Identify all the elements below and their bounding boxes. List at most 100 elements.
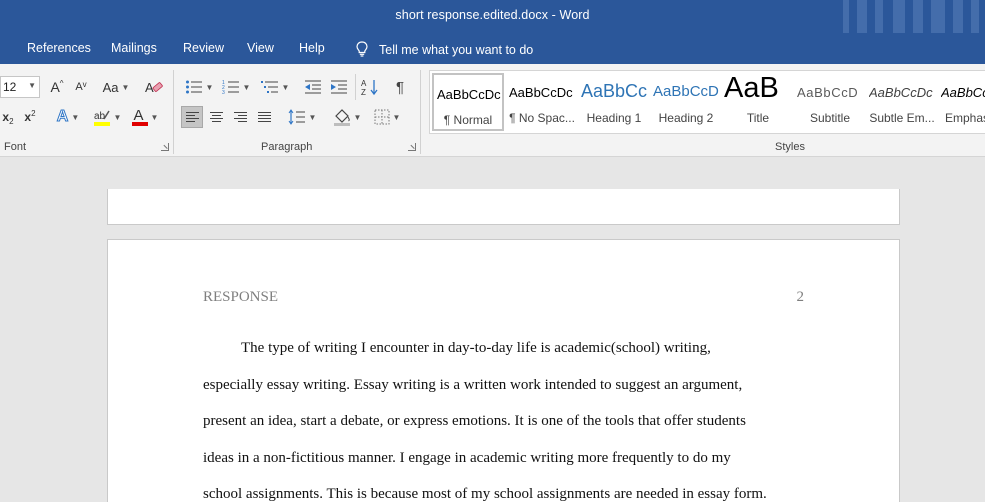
highlighter-icon: ab (93, 110, 110, 126)
styles-gallery: AaBbCcDc ¶ Normal AaBbCcDc ¶ No Spac... … (429, 70, 985, 134)
style-name: ¶ No Spac... (509, 111, 575, 125)
decrease-indent-icon (305, 80, 321, 94)
chevron-down-icon: ▼ (150, 112, 159, 122)
style-heading-2[interactable]: AaBbCcD Heading 2 (650, 73, 722, 131)
svg-text:A: A (145, 80, 154, 95)
align-center-button[interactable] (206, 106, 226, 128)
sort-button[interactable]: A Z (360, 76, 380, 98)
increase-indent-icon (331, 80, 347, 94)
subscript-button[interactable]: x2 (0, 106, 16, 128)
decrease-indent-button[interactable] (303, 76, 323, 98)
document-body[interactable]: The type of writing I encounter in day-t… (203, 338, 813, 502)
chevron-down-icon: ▼ (392, 112, 401, 122)
tell-me-box[interactable]: Tell me what you want to do (355, 41, 533, 57)
justify-button[interactable] (254, 106, 274, 128)
text-effects-button[interactable]: A ▼ (52, 106, 84, 128)
chevron-down-icon: ▼ (121, 82, 130, 92)
caret-down-icon: v (82, 79, 87, 89)
text-effects-label: A (56, 108, 69, 126)
style-subtle-emphasis[interactable]: AaBbCcDc Subtle Em... (866, 73, 938, 131)
title-bar: short response.edited.docx - Word (0, 0, 985, 33)
styles-group-label: Styles (775, 141, 805, 153)
header-page-number: 2 (796, 289, 805, 305)
document-page[interactable]: RESPONSE 2 The type of writing I encount… (107, 239, 900, 502)
numbering-button[interactable]: 1 2 3 ▼ (220, 76, 252, 98)
font-group-label: Font (4, 141, 27, 153)
change-case-button[interactable]: Aa ▼ (99, 76, 133, 98)
borders-button[interactable]: ▼ (370, 106, 404, 128)
lightbulb-icon (356, 41, 368, 57)
header-running-head: RESPONSE (203, 289, 279, 305)
style-name: Heading 2 (658, 111, 714, 125)
tab-help[interactable]: Help (299, 41, 325, 55)
shrink-font-label: A (75, 81, 83, 93)
highlight-color-button[interactable]: ab ▼ (90, 106, 124, 128)
multilevel-list-icon (260, 81, 278, 93)
align-right-icon (233, 110, 247, 124)
ribbon-tabs: References Mailings Review View Help Tel… (0, 33, 985, 64)
align-center-icon (209, 110, 223, 124)
tab-review[interactable]: Review (183, 41, 224, 55)
group-separator (420, 70, 421, 154)
change-case-label: Aa (102, 79, 119, 95)
style-title[interactable]: AaB Title (722, 73, 794, 131)
tab-view[interactable]: View (247, 41, 274, 55)
button-separator (355, 74, 356, 100)
font-size-combobox[interactable]: 12 ▼ (0, 76, 40, 98)
font-color-button[interactable]: A ▼ (128, 106, 162, 128)
line-spacing-button[interactable]: ▼ (284, 106, 320, 128)
subscript-marker: 2 (9, 116, 14, 126)
bullets-button[interactable]: ▼ (183, 76, 215, 98)
tell-me-label: Tell me what you want to do (379, 43, 534, 57)
group-separator (173, 70, 174, 154)
align-right-button[interactable] (230, 106, 250, 128)
style-name: Title (746, 111, 770, 125)
chevron-down-icon: ▼ (242, 82, 251, 92)
svg-text:A: A (361, 79, 367, 88)
tab-mailings[interactable]: Mailings (111, 41, 157, 55)
numbered-list-icon: 1 2 3 (222, 80, 239, 95)
grow-font-button[interactable]: A ^ (47, 76, 67, 98)
body-line: school assignments. This is because most… (203, 486, 767, 502)
title-bar-pattern (835, 0, 985, 33)
style-no-spacing[interactable]: AaBbCcDc ¶ No Spac... (506, 73, 578, 131)
style-emphasis[interactable]: AaBbCcDc Emphas (938, 73, 985, 131)
tab-references[interactable]: References (27, 41, 91, 55)
align-left-icon (185, 110, 199, 124)
font-color-swatch (131, 122, 148, 126)
align-left-button[interactable] (181, 106, 203, 128)
style-heading-1[interactable]: AaBbCc Heading 1 (578, 73, 650, 131)
style-name: Subtitle (809, 111, 851, 125)
clear-formatting-icon: A (145, 80, 163, 95)
body-line: especially essay writing. Essay writing … (203, 376, 743, 393)
style-sample: AaBbCcD (653, 83, 719, 100)
style-subtitle[interactable]: AaBbCcD Subtitle (794, 73, 866, 131)
paragraph-dialog-launcher-icon[interactable] (408, 143, 416, 151)
clear-formatting-button[interactable]: A (143, 76, 165, 98)
body-line: present an idea, start a debate, or expr… (203, 413, 746, 430)
style-name: Subtle Em... (869, 111, 935, 125)
paragraph-group-label: Paragraph (261, 141, 313, 153)
svg-text:ab: ab (94, 111, 106, 122)
borders-icon (374, 109, 390, 125)
multilevel-list-button[interactable]: ▼ (258, 76, 292, 98)
show-formatting-marks-icon[interactable]: ¶ (390, 76, 410, 98)
chevron-down-icon: ▼ (205, 82, 214, 92)
font-dialog-launcher-icon[interactable] (161, 143, 169, 151)
subscript-label: x (2, 110, 10, 124)
bullet-list-icon (185, 80, 202, 94)
sort-icon: A Z (361, 79, 378, 96)
chevron-down-icon: ▼ (353, 112, 362, 122)
chevron-down-icon: ▼ (113, 112, 122, 122)
superscript-button[interactable]: x2 (21, 106, 39, 128)
line-spacing-icon (288, 109, 305, 125)
chevron-down-icon: ▼ (308, 112, 317, 122)
chevron-down-icon: ▼ (71, 112, 80, 122)
shading-button[interactable]: ▼ (330, 106, 364, 128)
superscript-label: x (24, 110, 32, 124)
font-size-value: 12 (3, 80, 17, 94)
increase-indent-button[interactable] (329, 76, 349, 98)
svg-text:3: 3 (222, 90, 225, 95)
shrink-font-button[interactable]: Av (72, 76, 90, 98)
style-normal[interactable]: AaBbCcDc ¶ Normal (432, 73, 504, 131)
